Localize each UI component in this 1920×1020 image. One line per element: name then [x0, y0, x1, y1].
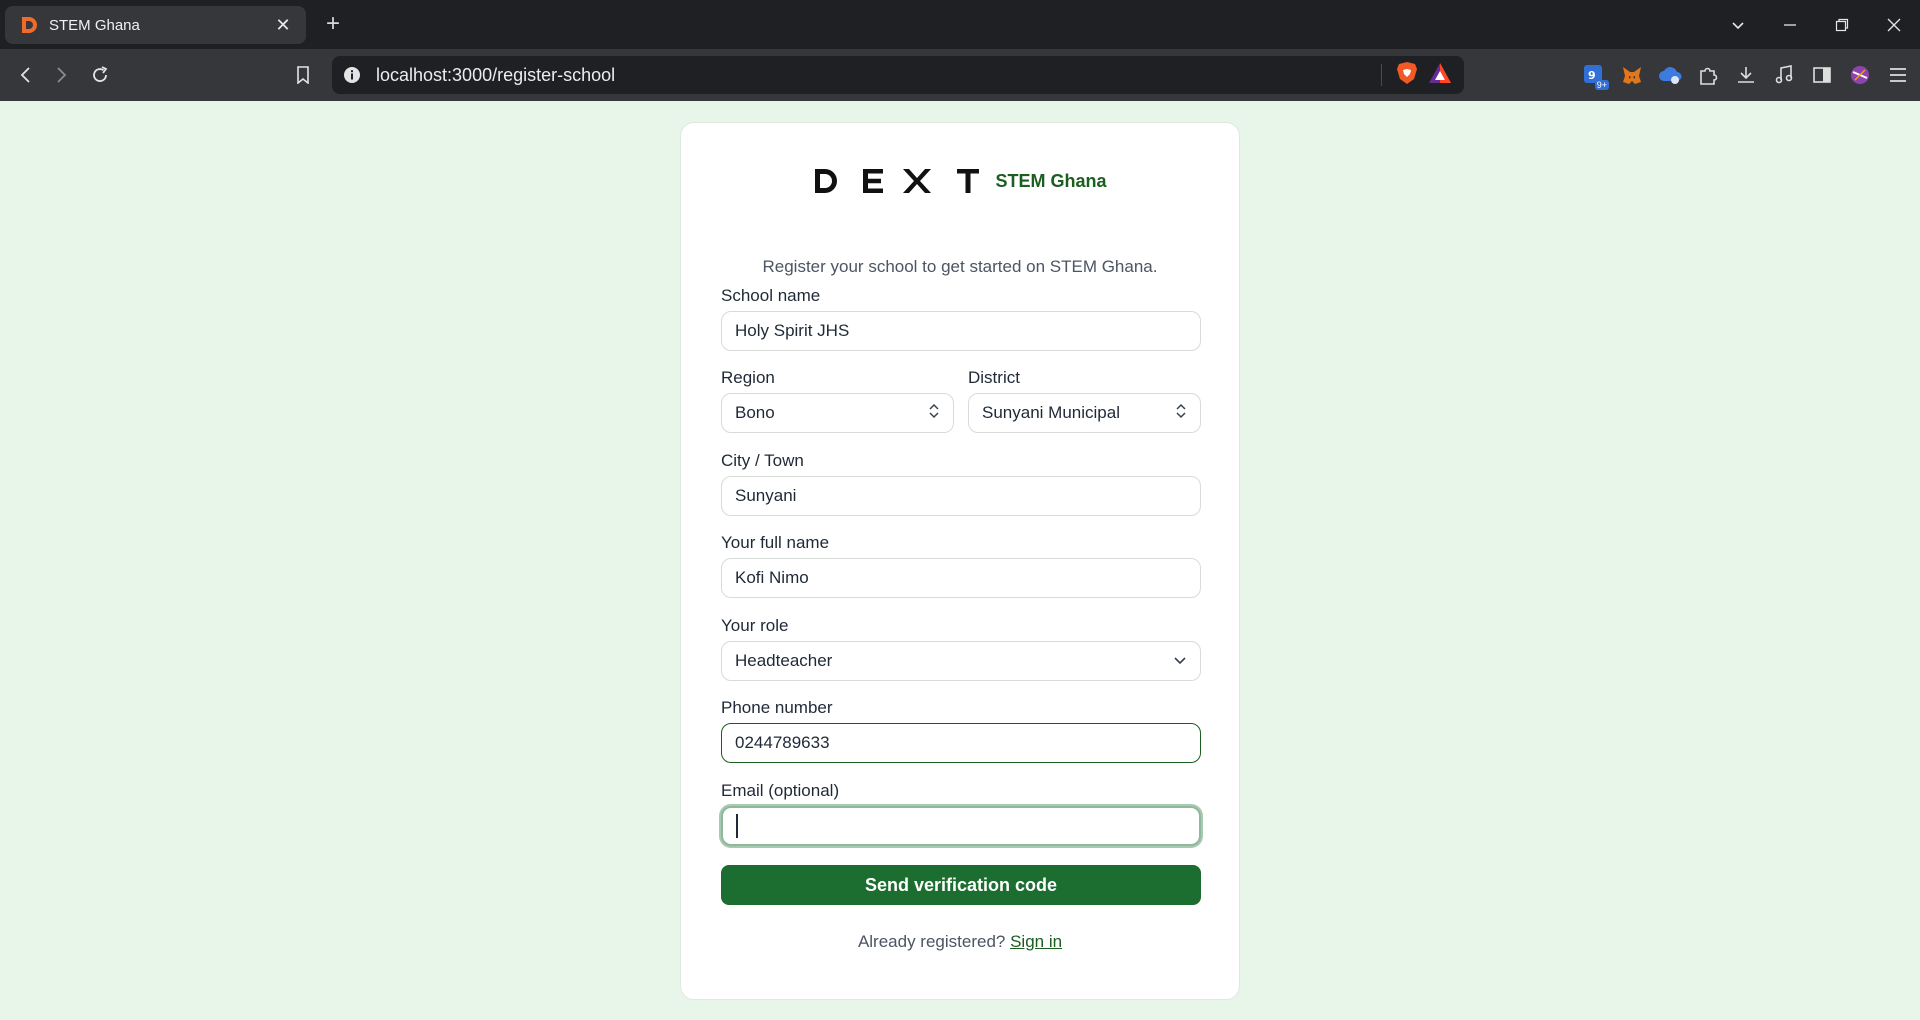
cloud-extension-icon[interactable] [1654, 59, 1686, 91]
brave-shields-icon[interactable] [1396, 61, 1418, 90]
svg-text:9: 9 [1588, 69, 1596, 82]
bookmark-icon[interactable] [287, 59, 319, 91]
district-value: Sunyani Municipal [982, 403, 1120, 422]
brave-rewards-icon[interactable] [1428, 62, 1452, 89]
url-divider [1381, 64, 1382, 86]
full-name-label: Your full name [721, 533, 830, 552]
sign-in-link[interactable]: Sign in [1010, 932, 1062, 951]
extension-badge: 9+ [1594, 80, 1609, 90]
role-label: Your role [721, 616, 789, 635]
url-text[interactable]: localhost:3000/register-school [372, 65, 1381, 86]
email-input[interactable] [721, 806, 1201, 846]
city-input[interactable]: Sunyani [721, 476, 1201, 516]
full-name-input[interactable]: Kofi Nimo [721, 558, 1201, 598]
city-label: City / Town [721, 451, 804, 470]
updown-chevron-icon [1175, 403, 1187, 424]
metamask-fox-icon[interactable] [1616, 59, 1648, 91]
phone-label: Phone number [721, 698, 833, 717]
city-value: Sunyani [735, 486, 797, 505]
region-select[interactable]: Bono [721, 393, 954, 433]
phone-field: Phone number 0244789633 [721, 697, 1201, 763]
district-field: District Sunyani Municipal [968, 367, 1201, 433]
address-bar[interactable]: localhost:3000/register-school [332, 56, 1464, 94]
profile-avatar-icon[interactable] [1844, 59, 1876, 91]
dext-logo [813, 167, 981, 195]
close-window-icon[interactable] [1868, 0, 1920, 49]
register-card: STEM Ghana Register your school to get s… [680, 122, 1240, 1000]
district-label: District [968, 368, 1020, 387]
puzzle-extensions-icon[interactable] [1692, 59, 1724, 91]
extensions-area: 9 9+ [1578, 59, 1914, 91]
brand-header: STEM Ghana [681, 167, 1239, 195]
site-info-icon[interactable] [332, 66, 372, 84]
district-select[interactable]: Sunyani Municipal [968, 393, 1201, 433]
page-background: STEM Ghana Register your school to get s… [0, 101, 1920, 1020]
back-icon[interactable] [10, 59, 42, 91]
sidebar-toggle-icon[interactable] [1806, 59, 1838, 91]
download-icon[interactable] [1730, 59, 1762, 91]
already-registered-text: Already registered? [857, 932, 1011, 951]
text-caret [736, 814, 738, 838]
forward-icon[interactable] [45, 59, 77, 91]
city-field: City / Town Sunyani [721, 450, 1201, 516]
updown-chevron-icon [928, 403, 940, 424]
region-label: Region [721, 368, 775, 387]
tab-search-icon[interactable] [1712, 0, 1764, 49]
reload-icon[interactable] [84, 59, 116, 91]
school-name-input[interactable]: Holy Spirit JHS [721, 311, 1201, 351]
phone-value: 0244789633 [735, 733, 830, 752]
full-name-field: Your full name Kofi Nimo [721, 532, 1201, 598]
browser-tab[interactable]: STEM Ghana ✕ [5, 6, 306, 44]
tab-bar: STEM Ghana ✕ + [0, 0, 1920, 49]
full-name-value: Kofi Nimo [735, 568, 809, 587]
region-field: Region Bono [721, 367, 954, 433]
region-value: Bono [735, 403, 775, 422]
email-field: Email (optional) [721, 780, 1201, 846]
tab-title: STEM Ghana [49, 16, 140, 34]
intro-text: Register your school to get started on S… [762, 257, 1158, 276]
new-tab-button[interactable]: + [320, 12, 346, 38]
role-value: Headteacher [735, 651, 833, 670]
send-verification-code-button[interactable]: Send verification code [721, 865, 1201, 905]
media-music-icon[interactable] [1768, 59, 1800, 91]
calendar-extension-icon[interactable]: 9 9+ [1578, 59, 1610, 91]
school-name-field: School name Holy Spirit JHS [721, 285, 1201, 351]
school-name-label: School name [721, 286, 821, 305]
dext-favicon-icon [19, 15, 39, 35]
menu-hamburger-icon[interactable] [1882, 59, 1914, 91]
email-label: Email (optional) [721, 781, 840, 800]
brand-subtitle: STEM Ghana [995, 170, 1107, 191]
role-select[interactable]: Headteacher [721, 641, 1201, 681]
signin-footer: Already registered? Sign in [681, 932, 1239, 952]
tab-close-icon[interactable]: ✕ [272, 15, 294, 36]
school-name-value: Holy Spirit JHS [735, 321, 850, 340]
minimize-icon[interactable] [1764, 0, 1816, 49]
role-field: Your role Headteacher [721, 615, 1201, 681]
browser-toolbar: localhost:3000/register-school 9 9+ [0, 49, 1920, 101]
phone-input[interactable]: 0244789633 [721, 723, 1201, 763]
restore-icon[interactable] [1816, 0, 1868, 49]
chevron-down-icon [1173, 651, 1187, 671]
window-controls [1712, 0, 1920, 49]
